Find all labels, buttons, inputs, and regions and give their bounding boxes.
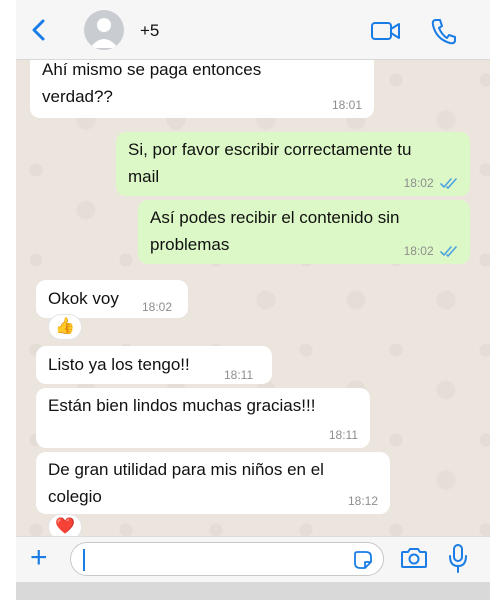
person-avatar-icon[interactable] (84, 10, 124, 50)
double-check-icon (440, 246, 457, 257)
message-input[interactable] (70, 542, 384, 576)
microphone-icon[interactable] (448, 543, 468, 580)
message-incoming[interactable]: Okok voy 18:02 (36, 280, 188, 318)
message-time: 18:01 (331, 98, 362, 112)
message-time: 18:02 (403, 176, 434, 190)
message-status: 18:02 (404, 244, 458, 258)
message-time: 18:12 (347, 494, 378, 508)
message-text: Si, por favor escribir correctamente tu (128, 140, 412, 159)
message-incoming[interactable]: Están bien lindos muchas gracias!!! 18:1… (36, 388, 370, 448)
message-text: De gran utilidad para mis niños en el (48, 460, 324, 479)
message-text: Así podes recibir el contenido sin (150, 208, 400, 227)
video-camera-icon[interactable] (370, 20, 402, 47)
plus-icon[interactable]: + (30, 543, 48, 573)
message-outgoing[interactable]: Así podes recibir el contenido sin probl… (138, 200, 470, 264)
message-time: 18:02 (403, 244, 434, 258)
contact-name[interactable]: +5 (140, 21, 159, 41)
message-text: colegio (48, 487, 102, 506)
phone-icon[interactable] (430, 17, 456, 50)
message-time: 18:11 (328, 428, 358, 442)
message-time: 18:02 (142, 300, 173, 314)
composer-bar: + (16, 536, 490, 582)
camera-icon[interactable] (400, 547, 428, 574)
chat-header: +5 (16, 0, 490, 60)
chat-screen: +5 Ahí mismo se paga entonces verdad?? 1… (16, 0, 490, 600)
message-incoming[interactable]: De gran utilidad para mis niños en el co… (36, 452, 390, 514)
message-outgoing[interactable]: Si, por favor escribir correctamente tu … (116, 132, 470, 196)
message-list[interactable]: Ahí mismo se paga entonces verdad?? 18:0… (16, 52, 490, 540)
message-text: Están bien lindos muchas gracias!!! (48, 396, 316, 415)
message-text: Okok voy (48, 289, 119, 308)
message-text: verdad?? (42, 87, 113, 106)
sticker-icon[interactable] (353, 550, 373, 575)
message-incoming[interactable]: Ahí mismo se paga entonces verdad?? 18:0… (30, 52, 374, 118)
chevron-left-icon[interactable] (28, 15, 52, 45)
reaction-thumbs-up[interactable]: 👍 (48, 314, 82, 340)
message-incoming[interactable]: Listo ya los tengo!! 18:11 (36, 346, 272, 384)
message-status: 18:02 (404, 176, 458, 190)
message-text: Ahí mismo se paga entonces (42, 60, 262, 79)
text-caret (83, 549, 85, 571)
home-indicator-area (16, 582, 490, 600)
double-check-icon (440, 178, 457, 189)
message-time: 18:11 (224, 368, 254, 382)
message-text: Listo ya los tengo!! (48, 355, 190, 374)
